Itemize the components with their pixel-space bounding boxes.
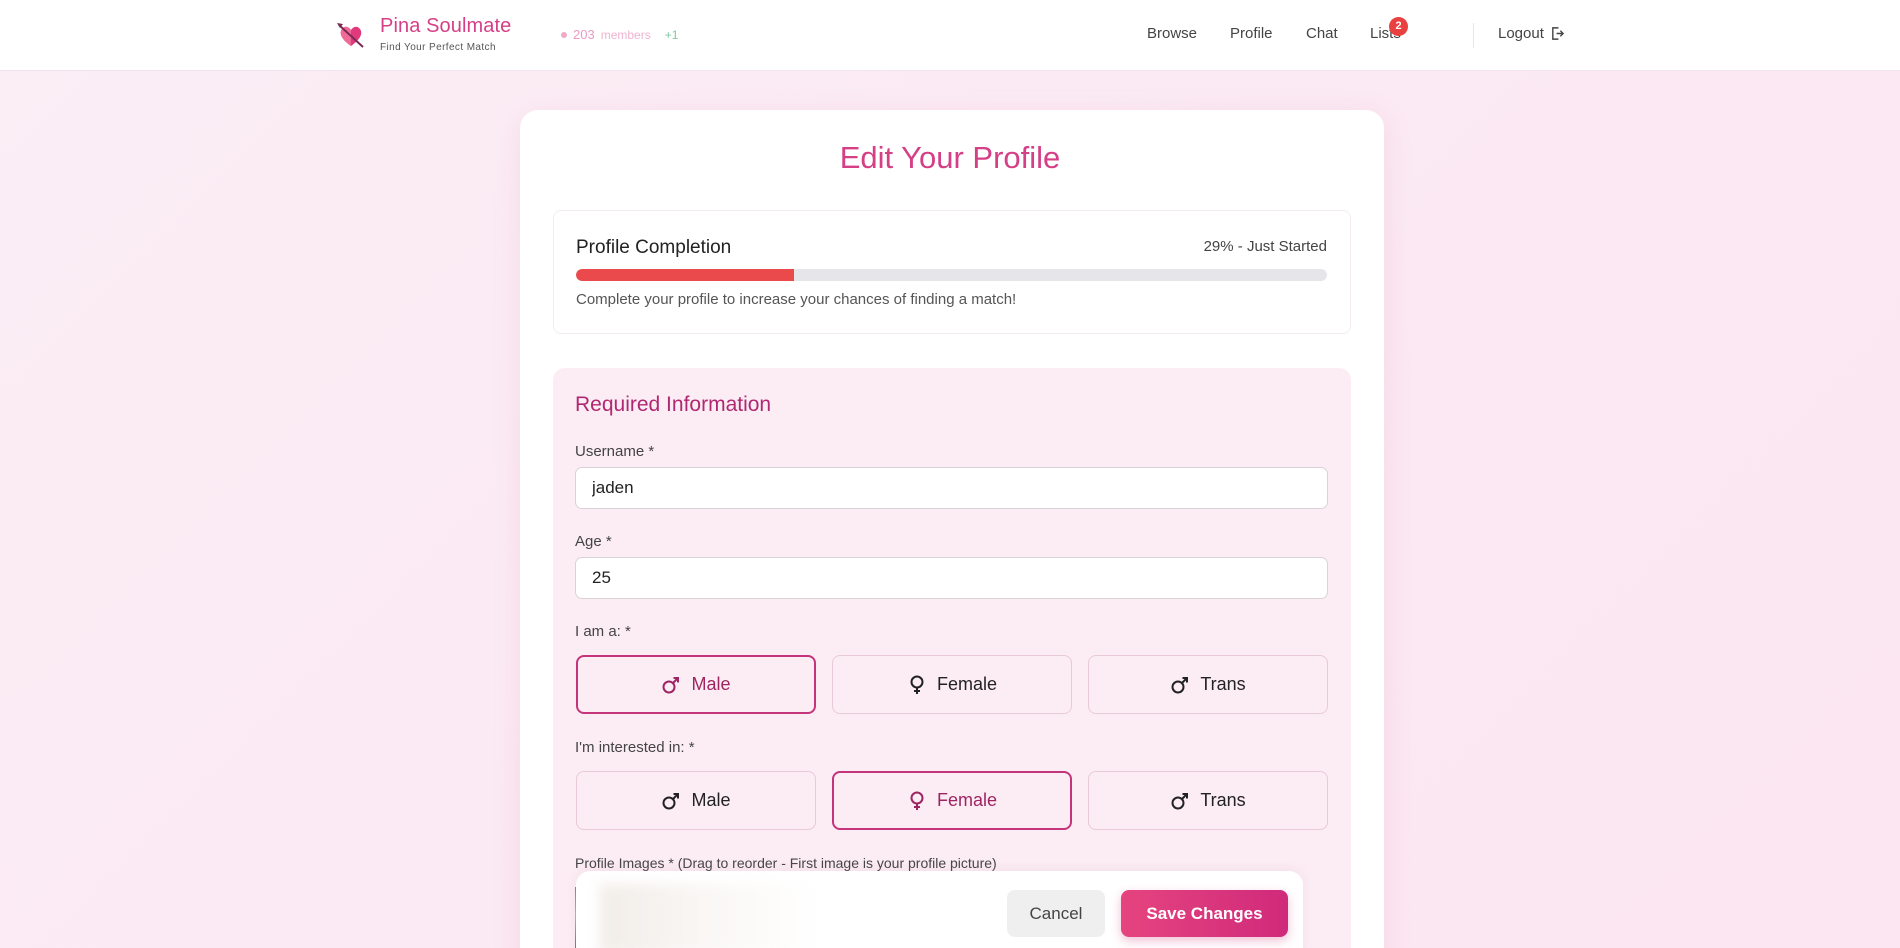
completion-hint: Complete your profile to increase your c… bbox=[576, 291, 1017, 308]
female-symbol-icon bbox=[910, 675, 924, 694]
page-title: Edit Your Profile bbox=[839, 140, 1061, 175]
member-label: members bbox=[600, 27, 651, 42]
interest-option-male[interactable]: Male bbox=[576, 771, 816, 830]
female-symbol-icon bbox=[910, 791, 924, 810]
logout-label: Logout bbox=[1498, 25, 1544, 42]
age-input[interactable] bbox=[575, 557, 1328, 599]
completion-title: Profile Completion bbox=[576, 237, 732, 258]
nav-divider bbox=[1473, 23, 1474, 48]
interest-option-trans[interactable]: Trans bbox=[1088, 771, 1328, 830]
gender-option-label: Male bbox=[691, 674, 731, 694]
gender-option-male[interactable]: Male bbox=[576, 655, 816, 714]
cancel-button[interactable]: Cancel bbox=[1007, 890, 1105, 937]
section-title: Required Information bbox=[575, 393, 772, 416]
gender-option-female[interactable]: Female bbox=[832, 655, 1072, 714]
interest-label: I'm interested in: * bbox=[575, 739, 695, 756]
trans-symbol-icon bbox=[1171, 792, 1189, 809]
completion-progress-fill bbox=[576, 269, 794, 281]
member-counter: 203 members +1 bbox=[561, 27, 678, 42]
trans-symbol-icon bbox=[1171, 676, 1189, 693]
interest-option-label: Male bbox=[691, 790, 731, 810]
interest-option-label: Trans bbox=[1200, 790, 1246, 810]
username-input[interactable] bbox=[575, 467, 1328, 509]
username-label: Username * bbox=[575, 443, 655, 460]
gender-option-label: Female bbox=[936, 674, 998, 694]
gender-option-label: Trans bbox=[1200, 674, 1246, 694]
nav-browse[interactable]: Browse bbox=[1147, 25, 1197, 42]
lists-count-badge: 2 bbox=[1389, 17, 1408, 36]
top-navbar: Pina Soulmate Find Your Perfect Match 20… bbox=[0, 0, 1900, 71]
completion-status: 29% - Just Started bbox=[1203, 238, 1327, 255]
brand-name[interactable]: Pina Soulmate bbox=[380, 15, 511, 38]
online-dot-icon bbox=[561, 31, 567, 38]
male-symbol-icon bbox=[662, 792, 680, 809]
nav-chat[interactable]: Chat bbox=[1306, 25, 1338, 42]
save-changes-button[interactable]: Save Changes bbox=[1121, 890, 1288, 937]
nav-profile[interactable]: Profile bbox=[1230, 25, 1273, 42]
logout-icon bbox=[1552, 27, 1565, 40]
gender-label: I am a: * bbox=[575, 623, 631, 640]
member-delta: +1 bbox=[664, 27, 679, 42]
logout-button[interactable]: Logout bbox=[1498, 25, 1565, 42]
heart-arrow-logo-icon[interactable] bbox=[337, 20, 365, 50]
completion-progress-bar bbox=[576, 269, 1327, 281]
interest-option-female[interactable]: Female bbox=[832, 771, 1072, 830]
gender-option-trans[interactable]: Trans bbox=[1088, 655, 1328, 714]
profile-images-label: Profile Images * (Drag to reorder - Firs… bbox=[575, 855, 997, 871]
interest-option-label: Female bbox=[936, 790, 998, 810]
brand-tagline: Find Your Perfect Match bbox=[380, 42, 496, 53]
member-count: 203 bbox=[573, 27, 595, 42]
male-symbol-icon bbox=[662, 676, 680, 693]
image-placeholder-blur bbox=[600, 884, 820, 948]
age-label: Age * bbox=[575, 533, 612, 550]
